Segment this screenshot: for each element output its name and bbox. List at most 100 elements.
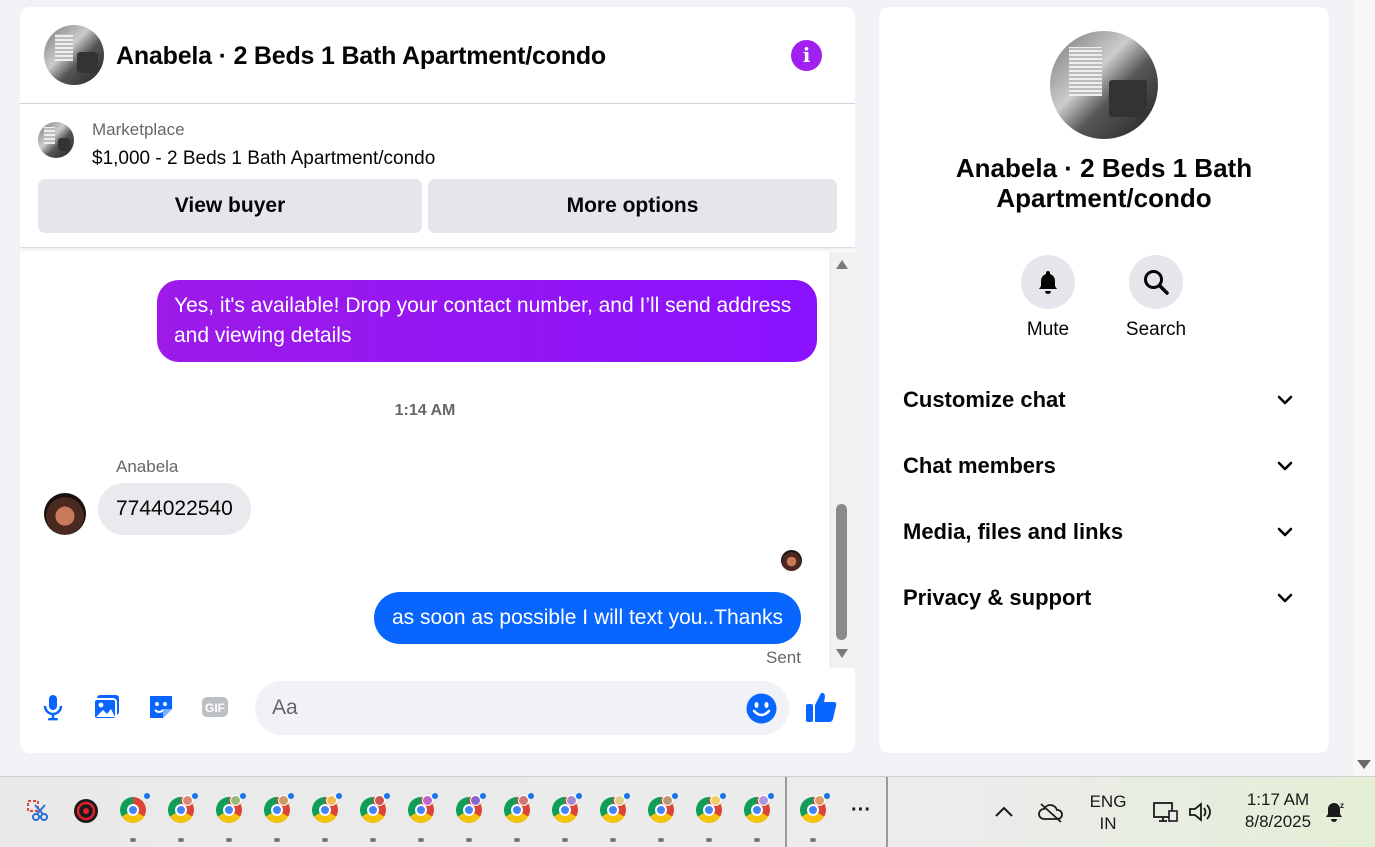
onedrive-offline-icon[interactable]	[1037, 799, 1065, 825]
chrome-window[interactable]	[600, 793, 630, 825]
scroll-up-arrow[interactable]	[836, 260, 848, 269]
sticker-icon[interactable]	[146, 692, 176, 722]
window-scroll-down-arrow[interactable]	[1357, 760, 1371, 769]
running-indicator	[754, 838, 760, 842]
search-label: Search	[1125, 319, 1187, 340]
network-icon[interactable]	[1151, 799, 1179, 825]
chevron-up-icon[interactable]	[990, 799, 1018, 825]
composer: GIF	[20, 677, 855, 737]
thumbs-up-icon[interactable]	[804, 690, 838, 724]
microphone-icon[interactable]	[38, 692, 68, 722]
chevron-down-icon	[1277, 593, 1293, 603]
chat-title[interactable]: Anabela · 2 Beds 1 Bath Apartment/condo	[116, 42, 606, 71]
volume-icon[interactable]	[1187, 799, 1215, 825]
chrome-icon	[648, 793, 678, 823]
chrome-window[interactable]	[168, 793, 198, 825]
chrome-window[interactable]	[648, 793, 678, 825]
chrome-icon	[744, 793, 774, 823]
chrome-icon	[552, 793, 582, 823]
seen-receipt-avatar	[781, 550, 802, 571]
scroll-down-arrow[interactable]	[836, 649, 848, 658]
marketplace-label: Marketplace	[92, 120, 185, 139]
running-indicator	[130, 838, 136, 842]
chrome-window[interactable]	[120, 793, 150, 825]
mute-label: Mute	[1026, 319, 1070, 340]
chrome-window[interactable]	[408, 793, 438, 825]
language-indicator[interactable]: ENG IN	[1086, 791, 1130, 835]
chrome-icon	[312, 793, 342, 823]
more-options-button[interactable]: More options	[428, 179, 837, 233]
marketplace-banner: Marketplace $1,000 - 2 Beds 1 Bath Apart…	[20, 105, 855, 248]
scroll-thumb[interactable]	[836, 504, 847, 640]
window-scrollbar[interactable]	[1353, 0, 1375, 776]
photo-gallery-icon[interactable]	[92, 692, 122, 722]
more-apps-button[interactable]: ···	[846, 799, 876, 821]
running-indicator	[274, 838, 280, 842]
chrome-window[interactable]	[216, 793, 246, 825]
running-indicator	[658, 838, 664, 842]
chrome-window[interactable]	[744, 793, 774, 825]
section-label: Customize chat	[903, 387, 1066, 412]
running-indicator	[418, 838, 424, 842]
sender-name: Anabela	[116, 457, 179, 476]
clock[interactable]: 1:17 AM 8/8/2025	[1230, 789, 1326, 833]
info-icon[interactable]: i	[791, 40, 822, 71]
chrome-window[interactable]	[456, 793, 486, 825]
chrome-window[interactable]	[552, 793, 582, 825]
message-bubble-outgoing[interactable]: Yes, it's available! Drop your contact n…	[157, 280, 817, 362]
running-indicator	[226, 838, 232, 842]
message-input[interactable]	[255, 681, 789, 735]
chrome-icon	[216, 793, 246, 823]
message-timestamp: 1:14 AM	[394, 402, 456, 419]
chrome-window[interactable]	[800, 793, 830, 825]
search-action[interactable]: Search	[1111, 255, 1201, 341]
chrome-window[interactable]	[504, 793, 534, 825]
chrome-icon	[800, 793, 830, 823]
conversation-info-panel: Anabela · 2 Beds 1 Bath Apartment/condo …	[879, 7, 1329, 753]
mute-button[interactable]	[1021, 255, 1075, 309]
notification-bell-icon[interactable]: z	[1320, 799, 1348, 825]
chrome-icon	[408, 793, 438, 823]
chat-avatar[interactable]	[44, 25, 104, 85]
view-buyer-button[interactable]: View buyer	[38, 179, 422, 233]
snipping-tool-icon[interactable]	[24, 797, 52, 825]
conversation-title: Anabela · 2 Beds 1 Bath Apartment/condo	[955, 153, 1253, 213]
running-indicator	[514, 838, 520, 842]
listing-thumbnail[interactable]	[38, 122, 74, 158]
chrome-icon	[360, 793, 390, 823]
section-privacy-support[interactable]: Privacy & support	[903, 578, 1305, 618]
section-customize-chat[interactable]: Customize chat	[903, 380, 1305, 420]
chrome-window[interactable]	[696, 793, 726, 825]
security-app-icon[interactable]	[72, 797, 100, 825]
listing-title[interactable]: $1,000 - 2 Beds 1 Bath Apartment/condo	[92, 148, 435, 170]
chrome-icon	[600, 793, 630, 823]
section-chat-members[interactable]: Chat members	[903, 446, 1305, 486]
chrome-icon	[264, 793, 294, 823]
running-indicator	[706, 838, 712, 842]
running-indicator	[562, 838, 568, 842]
region-code: IN	[1099, 814, 1117, 833]
emoji-icon[interactable]	[746, 693, 777, 724]
chrome-window[interactable]	[264, 793, 294, 825]
chat-panel: Anabela · 2 Beds 1 Bath Apartment/condo …	[20, 7, 855, 753]
message-bubble-incoming[interactable]: 7744022540	[98, 483, 251, 535]
sender-avatar[interactable]	[44, 493, 86, 535]
chrome-icon	[504, 793, 534, 823]
chrome-window[interactable]	[360, 793, 390, 825]
message-list[interactable]: Yes, it's available! Drop your contact n…	[20, 250, 855, 668]
section-label: Privacy & support	[903, 585, 1092, 610]
running-indicator	[466, 838, 472, 842]
mute-action[interactable]: Mute	[1003, 255, 1093, 341]
svg-text:GIF: GIF	[205, 701, 225, 715]
section-media-files-links[interactable]: Media, files and links	[903, 512, 1305, 552]
chat-header: Anabela · 2 Beds 1 Bath Apartment/condo …	[20, 7, 855, 104]
svg-text:z: z	[1340, 801, 1344, 810]
message-scrollbar[interactable]	[829, 252, 855, 668]
gif-icon[interactable]: GIF	[200, 692, 230, 722]
language-code: ENG	[1089, 792, 1127, 811]
chrome-window[interactable]	[312, 793, 342, 825]
message-bubble-outgoing[interactable]: as soon as possible I will text you..Tha…	[374, 592, 802, 644]
conversation-avatar[interactable]	[1050, 31, 1158, 139]
bell-icon	[1039, 271, 1057, 294]
search-button[interactable]	[1129, 255, 1183, 309]
